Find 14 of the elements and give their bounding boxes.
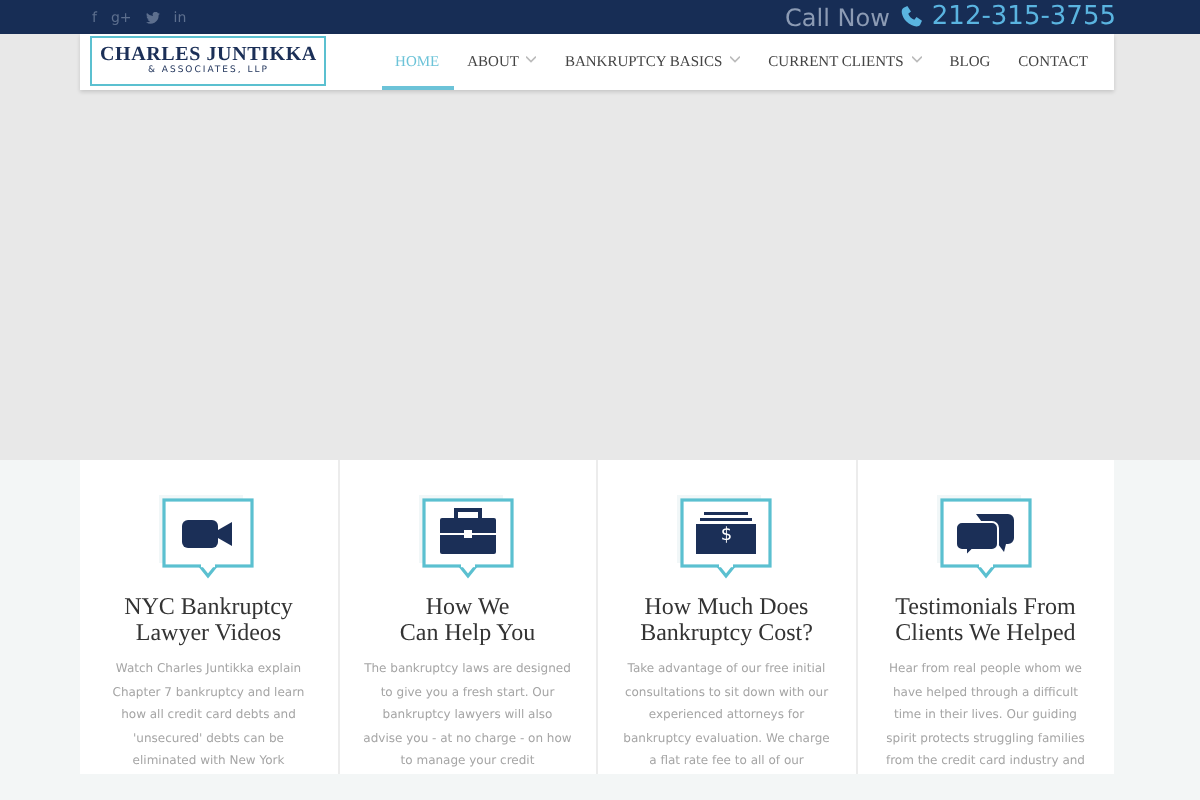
briefcase-icon — [417, 494, 518, 582]
banknote-icon — [676, 494, 777, 582]
video-camera-icon — [158, 494, 259, 582]
feature-title: How Much Does Bankruptcy Cost? — [640, 594, 813, 646]
dollar-sign: $ — [720, 526, 733, 546]
logo-name: CHARLES JUNTIKKA — [100, 44, 317, 66]
bird-icon[interactable] — [145, 11, 160, 23]
feature-title: NYC Bankruptcy Lawyer Videos — [124, 594, 293, 646]
feature-title: How We Can Help You — [399, 594, 536, 646]
feature-title: Testimonials From Clients We Helped — [895, 594, 1076, 646]
speech-bubbles-icon — [935, 494, 1036, 582]
phone-link[interactable]: 212-315-3755 — [931, 2, 1116, 32]
call-now-label: Call Now — [785, 3, 890, 31]
phone-icon — [899, 6, 922, 28]
